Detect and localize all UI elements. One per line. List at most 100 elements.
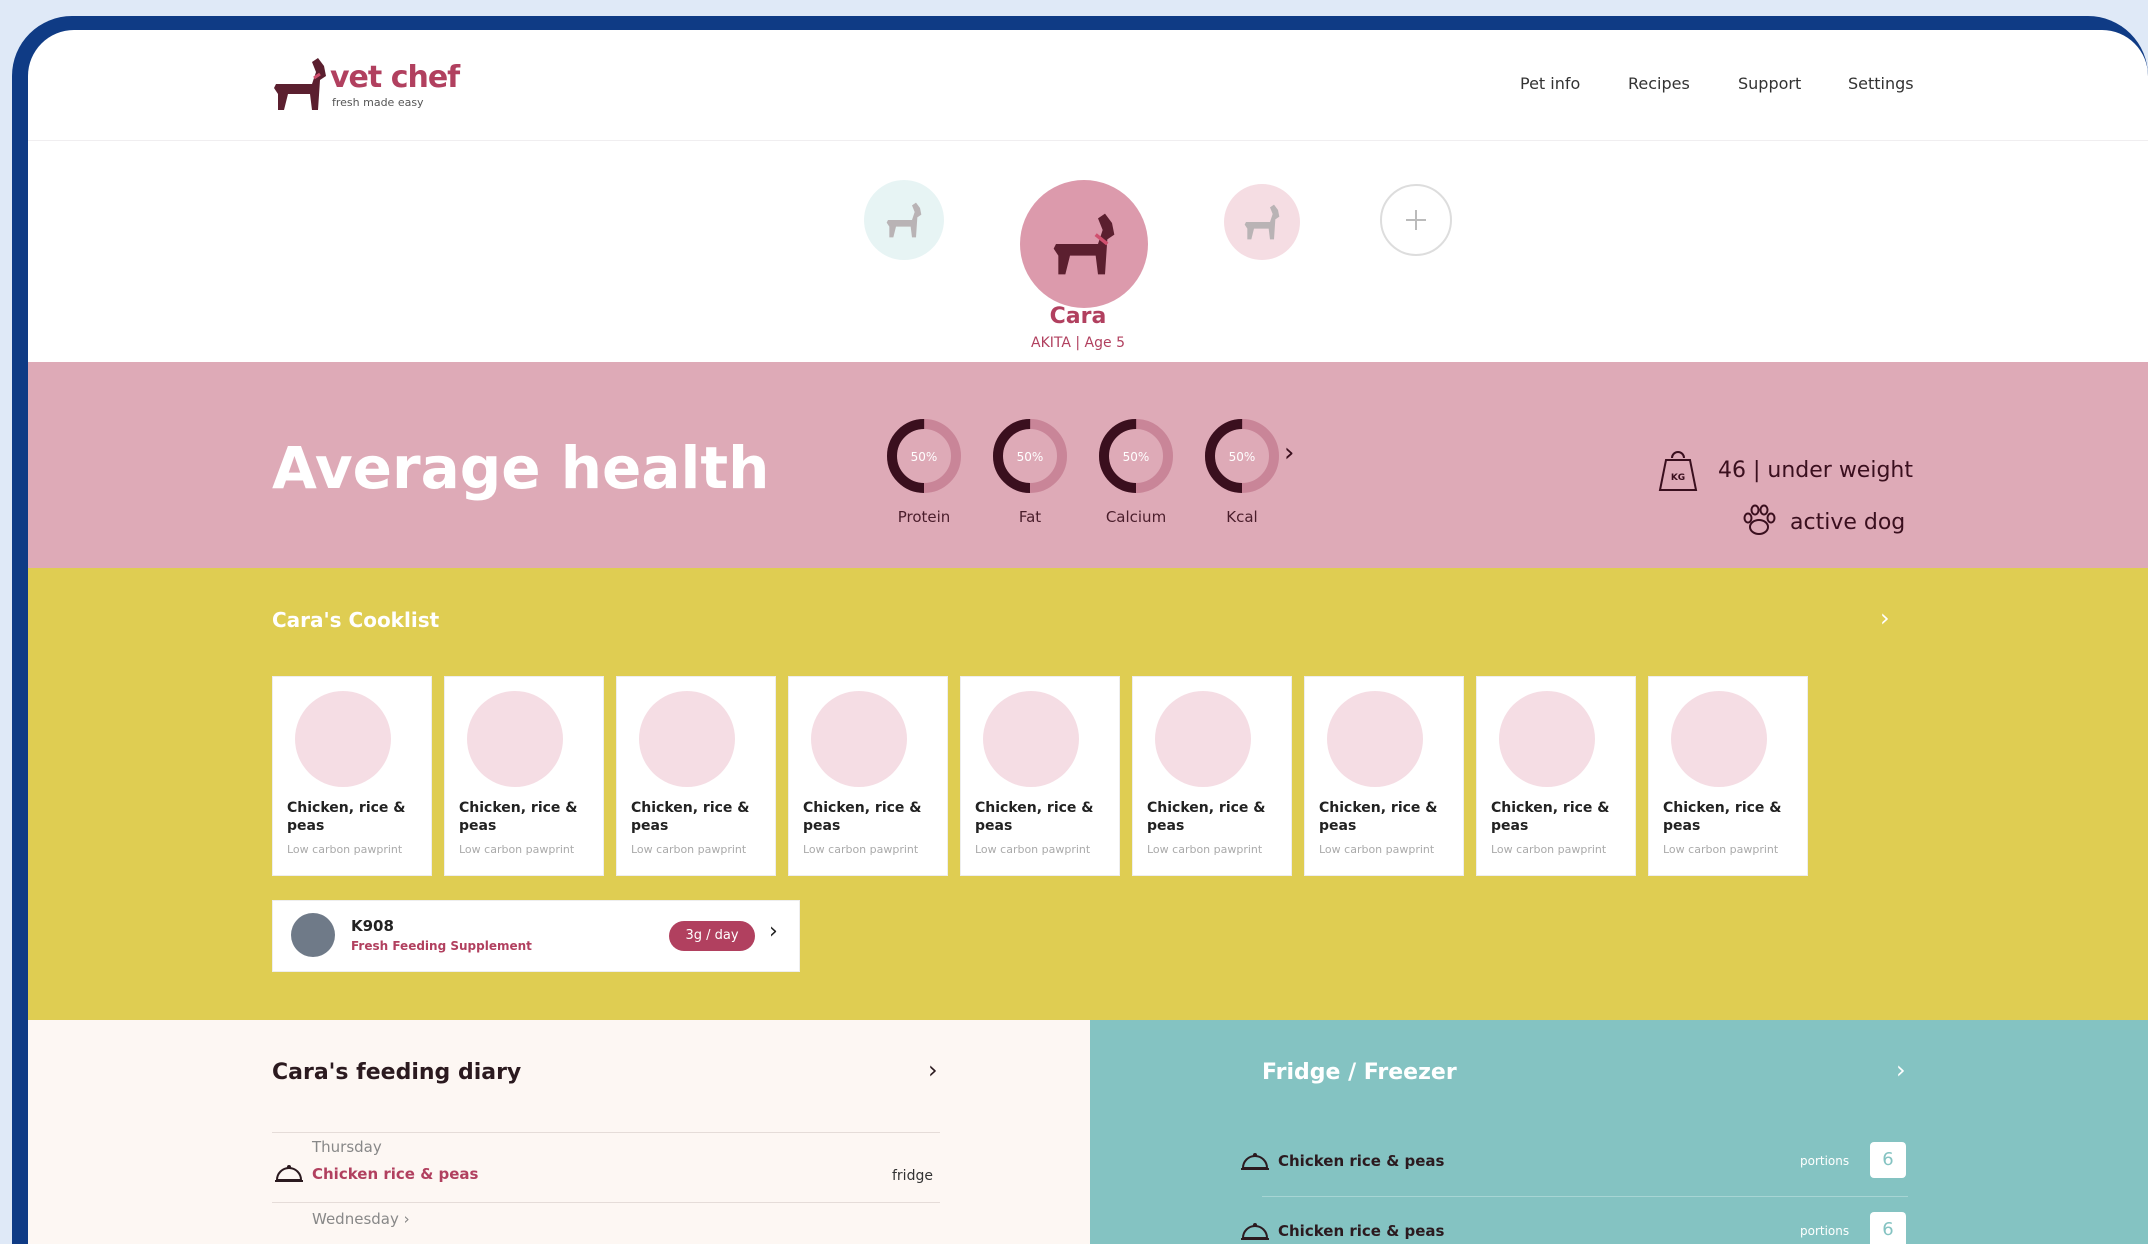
- fridge-item-label: portions: [1800, 1224, 1850, 1238]
- gauge-label: Fat: [1018, 508, 1042, 526]
- top-header: vet chef fresh made easy Pet info Recipe…: [28, 30, 2148, 141]
- recipe-image: [467, 691, 563, 787]
- supplement-name: K908: [351, 917, 394, 935]
- diary-title: Cara's feeding diary: [272, 1060, 522, 1085]
- recipe-tag: Low carbon pawprint: [287, 843, 403, 856]
- dog-icon: [1244, 204, 1280, 240]
- recipe-card[interactable]: Chicken, rice & peas Low carbon pawprint: [1476, 676, 1636, 876]
- recipe-image: [639, 691, 735, 787]
- nav-recipes[interactable]: Recipes: [1628, 74, 1690, 93]
- recipe-tag: Low carbon pawprint: [459, 843, 575, 856]
- pet-avatar-1[interactable]: [864, 180, 944, 260]
- recipe-tag: Low carbon pawprint: [631, 843, 747, 856]
- chevron-right-icon[interactable]: ›: [1284, 438, 1294, 468]
- fridge-title: Fridge / Freezer: [1262, 1060, 1457, 1085]
- recipe-card[interactable]: Chicken, rice & peas Low carbon pawprint: [1132, 676, 1292, 876]
- recipe-image: [1155, 691, 1251, 787]
- chevron-right-icon[interactable]: ›: [769, 919, 778, 944]
- feeding-diary-section: Cara's feeding diary › Thursday Chicken …: [28, 1020, 1090, 1244]
- gauge-label: Calcium: [1105, 508, 1167, 526]
- recipe-image: [1499, 691, 1595, 787]
- gauge-fat[interactable]: 50% Fat: [990, 418, 1070, 526]
- recipe-name: Chicken, rice & peas: [459, 800, 578, 834]
- supplement-row[interactable]: K908 Fresh Feeding Supplement 3g / day ›: [272, 900, 800, 972]
- gauge-ring: 50%: [1099, 419, 1173, 493]
- diary-day: Thursday: [312, 1138, 382, 1156]
- pet-avatar-cara[interactable]: [1020, 180, 1148, 308]
- app-screen: vet chef fresh made easy Pet info Recipe…: [28, 30, 2148, 1244]
- add-pet-button[interactable]: [1380, 184, 1452, 256]
- recipe-image: [295, 691, 391, 787]
- recipe-card[interactable]: Chicken, rice & peas Low carbon pawprint: [444, 676, 604, 876]
- gauge-value: 50%: [1017, 450, 1044, 464]
- health-band: Average health 50% Protein 50% Fat 50% C…: [28, 362, 2148, 568]
- cooklist-section: Cara's Cooklist › Chicken, rice & peas L…: [28, 568, 2148, 1020]
- diary-meal[interactable]: Chicken rice & peas: [312, 1165, 478, 1183]
- supplement-dose-badge: 3g / day: [669, 921, 755, 951]
- recipe-image: [983, 691, 1079, 787]
- supplement-description: Fresh Feeding Supplement: [351, 939, 532, 953]
- weight-icon: KG: [1658, 451, 1698, 491]
- gauge-ring: 50%: [1205, 419, 1279, 493]
- fridge-portion-count[interactable]: 6: [1870, 1142, 1906, 1178]
- recipe-tag: Low carbon pawprint: [1491, 843, 1607, 856]
- recipe-card[interactable]: Chicken, rice & peas Low carbon pawprint: [1648, 676, 1808, 876]
- nav-settings[interactable]: Settings: [1848, 74, 1914, 93]
- recipe-tag: Low carbon pawprint: [1147, 843, 1263, 856]
- recipe-name: Chicken, rice & peas: [803, 800, 922, 834]
- food-dome-icon: [1241, 1223, 1269, 1240]
- gauge-protein[interactable]: 50% Protein: [884, 418, 964, 526]
- fridge-portion-count[interactable]: 6: [1870, 1212, 1906, 1244]
- gauge-label: Protein: [897, 508, 951, 526]
- food-dome-icon: [1241, 1153, 1269, 1170]
- diary-location: fridge: [892, 1168, 933, 1184]
- vet-chef-logo[interactable]: vet chef fresh made easy: [272, 54, 462, 118]
- logo-wordmark: vet chef: [330, 60, 460, 95]
- plus-icon: [1406, 210, 1426, 230]
- recipe-name: Chicken, rice & peas: [1663, 800, 1782, 834]
- gauge-value: 50%: [1229, 450, 1256, 464]
- fridge-freezer-section: Fridge / Freezer › Chicken rice & peas p…: [1090, 1020, 2148, 1244]
- gauge-value: 50%: [911, 450, 938, 464]
- cooklist-title: Cara's Cooklist: [272, 608, 440, 632]
- divider: [272, 1202, 940, 1203]
- fridge-item-name[interactable]: Chicken rice & peas: [1278, 1152, 1444, 1170]
- recipe-tag: Low carbon pawprint: [803, 843, 919, 856]
- diary-day[interactable]: Wednesday ›: [312, 1210, 410, 1228]
- fridge-item-name[interactable]: Chicken rice & peas: [1278, 1222, 1444, 1240]
- recipe-name: Chicken, rice & peas: [287, 800, 406, 834]
- recipe-card[interactable]: Chicken, rice & peas Low carbon pawprint: [1304, 676, 1464, 876]
- recipe-card[interactable]: Chicken, rice & peas Low carbon pawprint: [788, 676, 948, 876]
- recipe-image: [1327, 691, 1423, 787]
- recipe-image: [811, 691, 907, 787]
- gauge-value: 50%: [1123, 450, 1150, 464]
- pet-breed-age: AKITA | Age 5: [1031, 335, 1125, 351]
- food-dome-icon: [275, 1165, 303, 1182]
- recipe-name: Chicken, rice & peas: [1491, 800, 1610, 834]
- recipe-name: Chicken, rice & peas: [1319, 800, 1438, 834]
- recipe-name: Chicken, rice & peas: [1147, 800, 1266, 834]
- recipe-card[interactable]: Chicken, rice & peas Low carbon pawprint: [960, 676, 1120, 876]
- device-frame: vet chef fresh made easy Pet info Recipe…: [12, 16, 2148, 1244]
- divider: [1262, 1196, 1908, 1197]
- logo-tagline: fresh made easy: [332, 96, 424, 109]
- dog-logo-icon: [274, 58, 326, 110]
- chevron-right-icon[interactable]: ›: [1880, 604, 1890, 632]
- pet-avatar-3[interactable]: [1224, 184, 1300, 260]
- gauge-kcal[interactable]: 50% Kcal: [1202, 418, 1282, 526]
- chevron-right-icon[interactable]: ›: [1896, 1056, 1906, 1084]
- supplement-tub-icon: [291, 913, 335, 957]
- recipe-tag: Low carbon pawprint: [975, 843, 1091, 856]
- gauge-ring: 50%: [993, 419, 1067, 493]
- nav-support[interactable]: Support: [1738, 74, 1801, 93]
- gauge-ring: 50%: [887, 419, 961, 493]
- gauge-calcium[interactable]: 50% Calcium: [1096, 418, 1176, 526]
- recipe-card[interactable]: Chicken, rice & peas Low carbon pawprint: [272, 676, 432, 876]
- recipe-tag: Low carbon pawprint: [1663, 843, 1779, 856]
- recipe-card[interactable]: Chicken, rice & peas Low carbon pawprint: [616, 676, 776, 876]
- dog-icon: [1053, 213, 1115, 275]
- chevron-right-icon[interactable]: ›: [928, 1056, 938, 1084]
- dog-icon: [886, 202, 922, 238]
- nav-pet-info[interactable]: Pet info: [1520, 74, 1580, 93]
- gauge-label: Kcal: [1226, 508, 1258, 526]
